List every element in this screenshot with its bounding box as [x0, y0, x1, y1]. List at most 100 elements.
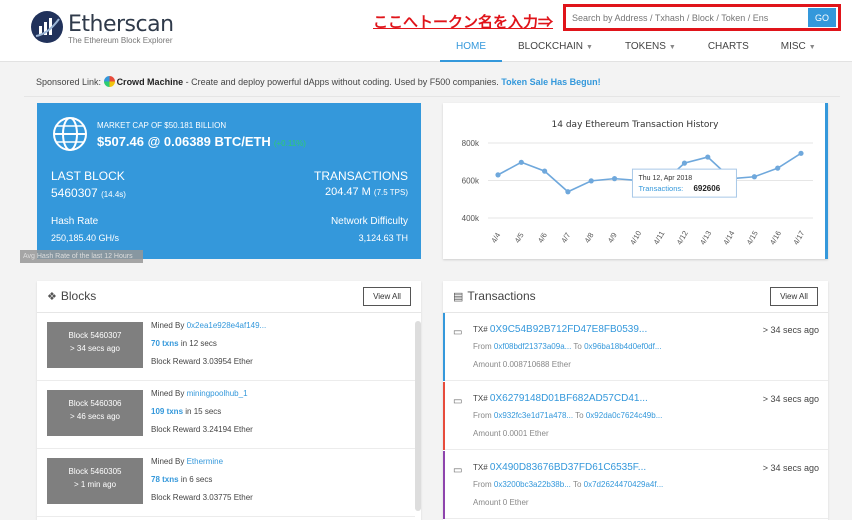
etherscan-logo-icon	[31, 11, 63, 43]
market-cap-label: MARKET CAP OF $50.181 BILLION	[97, 121, 227, 130]
transaction-row: ▭ TX# 0X6279148D01BF682AD57CD41... > 34 se…	[443, 382, 828, 450]
transaction-icon: ▭	[453, 327, 463, 338]
block-miner-link[interactable]: Ethermine	[187, 457, 223, 466]
blocks-panel-header: ❖ Blocks View All	[37, 281, 421, 313]
block-txns-link[interactable]: 78 txns	[151, 475, 179, 484]
chart-tooltip-value: 692606	[693, 184, 720, 193]
chart-xtick-label: 4/5	[513, 231, 526, 245]
block-miner-link[interactable]: 0x2ea1e928e4af149...	[187, 321, 267, 330]
chart-xtick-label: 4/14	[721, 229, 736, 246]
chart-xtick-label: 4/7	[559, 231, 572, 245]
last-block-label: LAST BLOCK	[51, 169, 125, 183]
chart-title: 14 day Ethereum Transaction History	[552, 120, 720, 130]
stats-card: MARKET CAP OF $50.181 BILLION $507.46 @ …	[37, 103, 421, 259]
nav-item-label: BLOCKCHAIN	[518, 41, 584, 52]
nav-item-tokens[interactable]: TOKENS ▼	[609, 40, 692, 62]
mined-by-label: Mined By	[151, 321, 185, 330]
chart-data-point[interactable]	[495, 172, 501, 178]
nav-item-blockchain[interactable]: BLOCKCHAIN ▼	[502, 40, 609, 62]
sponsored-brand[interactable]: Crowd Machine	[117, 77, 184, 87]
transaction-row: ▭ TX# 0X490D83676BD37FD61C6535F... > 34 se…	[443, 451, 828, 519]
cubes-icon: ❖	[47, 291, 57, 303]
sponsored-link: Sponsored Link: Crowd Machine - Create a…	[36, 76, 601, 87]
mined-by-label: Mined By	[151, 457, 185, 466]
transaction-age: > 34 secs ago	[762, 463, 819, 473]
logo-tagline: The Ethereum Block Explorer	[68, 36, 173, 45]
tx-from-label: From	[473, 480, 492, 489]
transaction-to-link[interactable]: 0x7d2624470429a4f...	[584, 480, 664, 489]
chart-data-point[interactable]	[798, 150, 804, 156]
tx-to-label: To	[575, 411, 584, 420]
chart-data-point[interactable]	[681, 160, 688, 166]
price-change: (+0.11%)	[273, 139, 306, 148]
block-txns-link[interactable]: 109 txns	[151, 407, 183, 416]
block-tile[interactable]: Block 5460307 > 34 secs ago	[47, 322, 143, 368]
transactions-count[interactable]: 204.47 M	[325, 186, 371, 198]
transaction-age: > 34 secs ago	[762, 394, 819, 404]
transaction-from-link[interactable]: 0x932fc3e1d71a478...	[494, 411, 573, 420]
transaction-accent-bar	[443, 451, 445, 519]
difficulty-label: Network Difficulty	[330, 216, 408, 227]
chart-data-point[interactable]	[775, 165, 781, 171]
chart-data-point[interactable]	[565, 189, 571, 195]
tx-hash-label: TX#	[473, 463, 488, 472]
tx-from-label: From	[473, 411, 492, 420]
transactions-panel-header: ▤ Transactions View All	[443, 281, 828, 313]
transaction-from-link[interactable]: 0xf08bdf21373a09a...	[494, 342, 571, 351]
chart-data-point[interactable]	[542, 168, 548, 174]
transaction-hash-link[interactable]: 0X490D83676BD37FD61C6535F...	[490, 462, 646, 473]
nav-item-charts[interactable]: CHARTS	[692, 40, 765, 62]
nav-item-label: TOKENS	[624, 41, 666, 52]
block-reward: Block Reward 3.03775 Ether	[151, 493, 253, 502]
transaction-to-link[interactable]: 0x92da0c7624c49b...	[586, 411, 663, 420]
block-reward: Block Reward 3.24194 Ether	[151, 425, 253, 434]
tx-from-label: From	[473, 342, 492, 351]
block-tile[interactable]: Block 5460306 > 46 secs ago	[47, 390, 143, 436]
chart-xtick-label: 4/12	[675, 229, 690, 246]
block-tile[interactable]: Block 5460305 > 1 min ago	[47, 458, 143, 504]
transaction-accent-bar	[443, 382, 445, 450]
blocks-scrollbar[interactable]	[415, 321, 421, 511]
ether-price: $507.46 @ 0.06389 BTC/ETH (+0.11%)	[97, 134, 306, 149]
search-input[interactable]	[572, 10, 796, 26]
chart-data-point[interactable]	[518, 159, 524, 165]
chart-xtick-label: 4/8	[583, 231, 596, 245]
hash-rate-value[interactable]: 250,185.40 GH/s	[51, 233, 119, 243]
crowd-machine-icon	[103, 76, 115, 87]
chart-data-point[interactable]	[705, 154, 711, 160]
chart-tooltip-date: Thu 12, Apr 2018	[638, 175, 692, 182]
transaction-to-link[interactable]: 0x96ba18b4d0ef0df...	[584, 342, 661, 351]
transactions-view-all-button[interactable]: View All	[770, 287, 818, 306]
tx-to-label: To	[572, 480, 582, 489]
chart-tooltip: Thu 12, Apr 2018 Transactions: 692606	[631, 168, 737, 198]
block-txns-line: 78 txns in 6 secs	[151, 475, 212, 484]
transaction-hash-link[interactable]: 0X9C54B92B712FD47E8FB0539...	[490, 324, 647, 335]
nav-item-misc[interactable]: MISC ▼	[765, 40, 832, 62]
search-box: GO	[563, 4, 841, 31]
logo-name: Etherscan	[68, 12, 174, 37]
search-go-button[interactable]: GO	[808, 8, 836, 27]
chart-xtick-label: 4/16	[768, 229, 783, 246]
chart-data-point[interactable]	[751, 174, 757, 180]
chart-data-point[interactable]	[588, 178, 594, 184]
block-txns-line: 109 txns in 15 secs	[151, 407, 221, 416]
transaction-hash-link[interactable]: 0X6279148D01BF682AD57CD41...	[490, 393, 648, 404]
transaction-from-link[interactable]: 0x3200bc3a22b38b...	[494, 480, 571, 489]
block-txns-link[interactable]: 70 txns	[151, 339, 179, 348]
nav-item-home[interactable]: HOME	[440, 40, 502, 62]
blocks-view-all-button[interactable]: View All	[363, 287, 411, 306]
block-miner-link[interactable]: miningpoolhub_1	[187, 389, 248, 398]
etherscan-logo[interactable]: Etherscan The Ethereum Block Explorer	[30, 10, 190, 46]
transaction-age: > 34 secs ago	[762, 325, 819, 335]
blocks-title-text: Blocks	[60, 289, 97, 303]
transaction-hash-line: TX# 0X6279148D01BF682AD57CD41...	[473, 393, 648, 404]
transactions-title-text: Transactions	[467, 289, 536, 303]
difficulty-value[interactable]: 3,124.63 TH	[359, 233, 408, 243]
block-number: Block 5460306	[68, 399, 122, 408]
last-block-value: 5460307 (14.4s)	[51, 186, 126, 200]
block-age: > 46 secs ago	[69, 412, 121, 421]
mined-by-label: Mined By	[151, 389, 185, 398]
chart-data-point[interactable]	[611, 176, 618, 182]
sponsored-cta-link[interactable]: Token Sale Has Begun!	[501, 77, 600, 87]
last-block-number[interactable]: 5460307	[51, 186, 98, 200]
